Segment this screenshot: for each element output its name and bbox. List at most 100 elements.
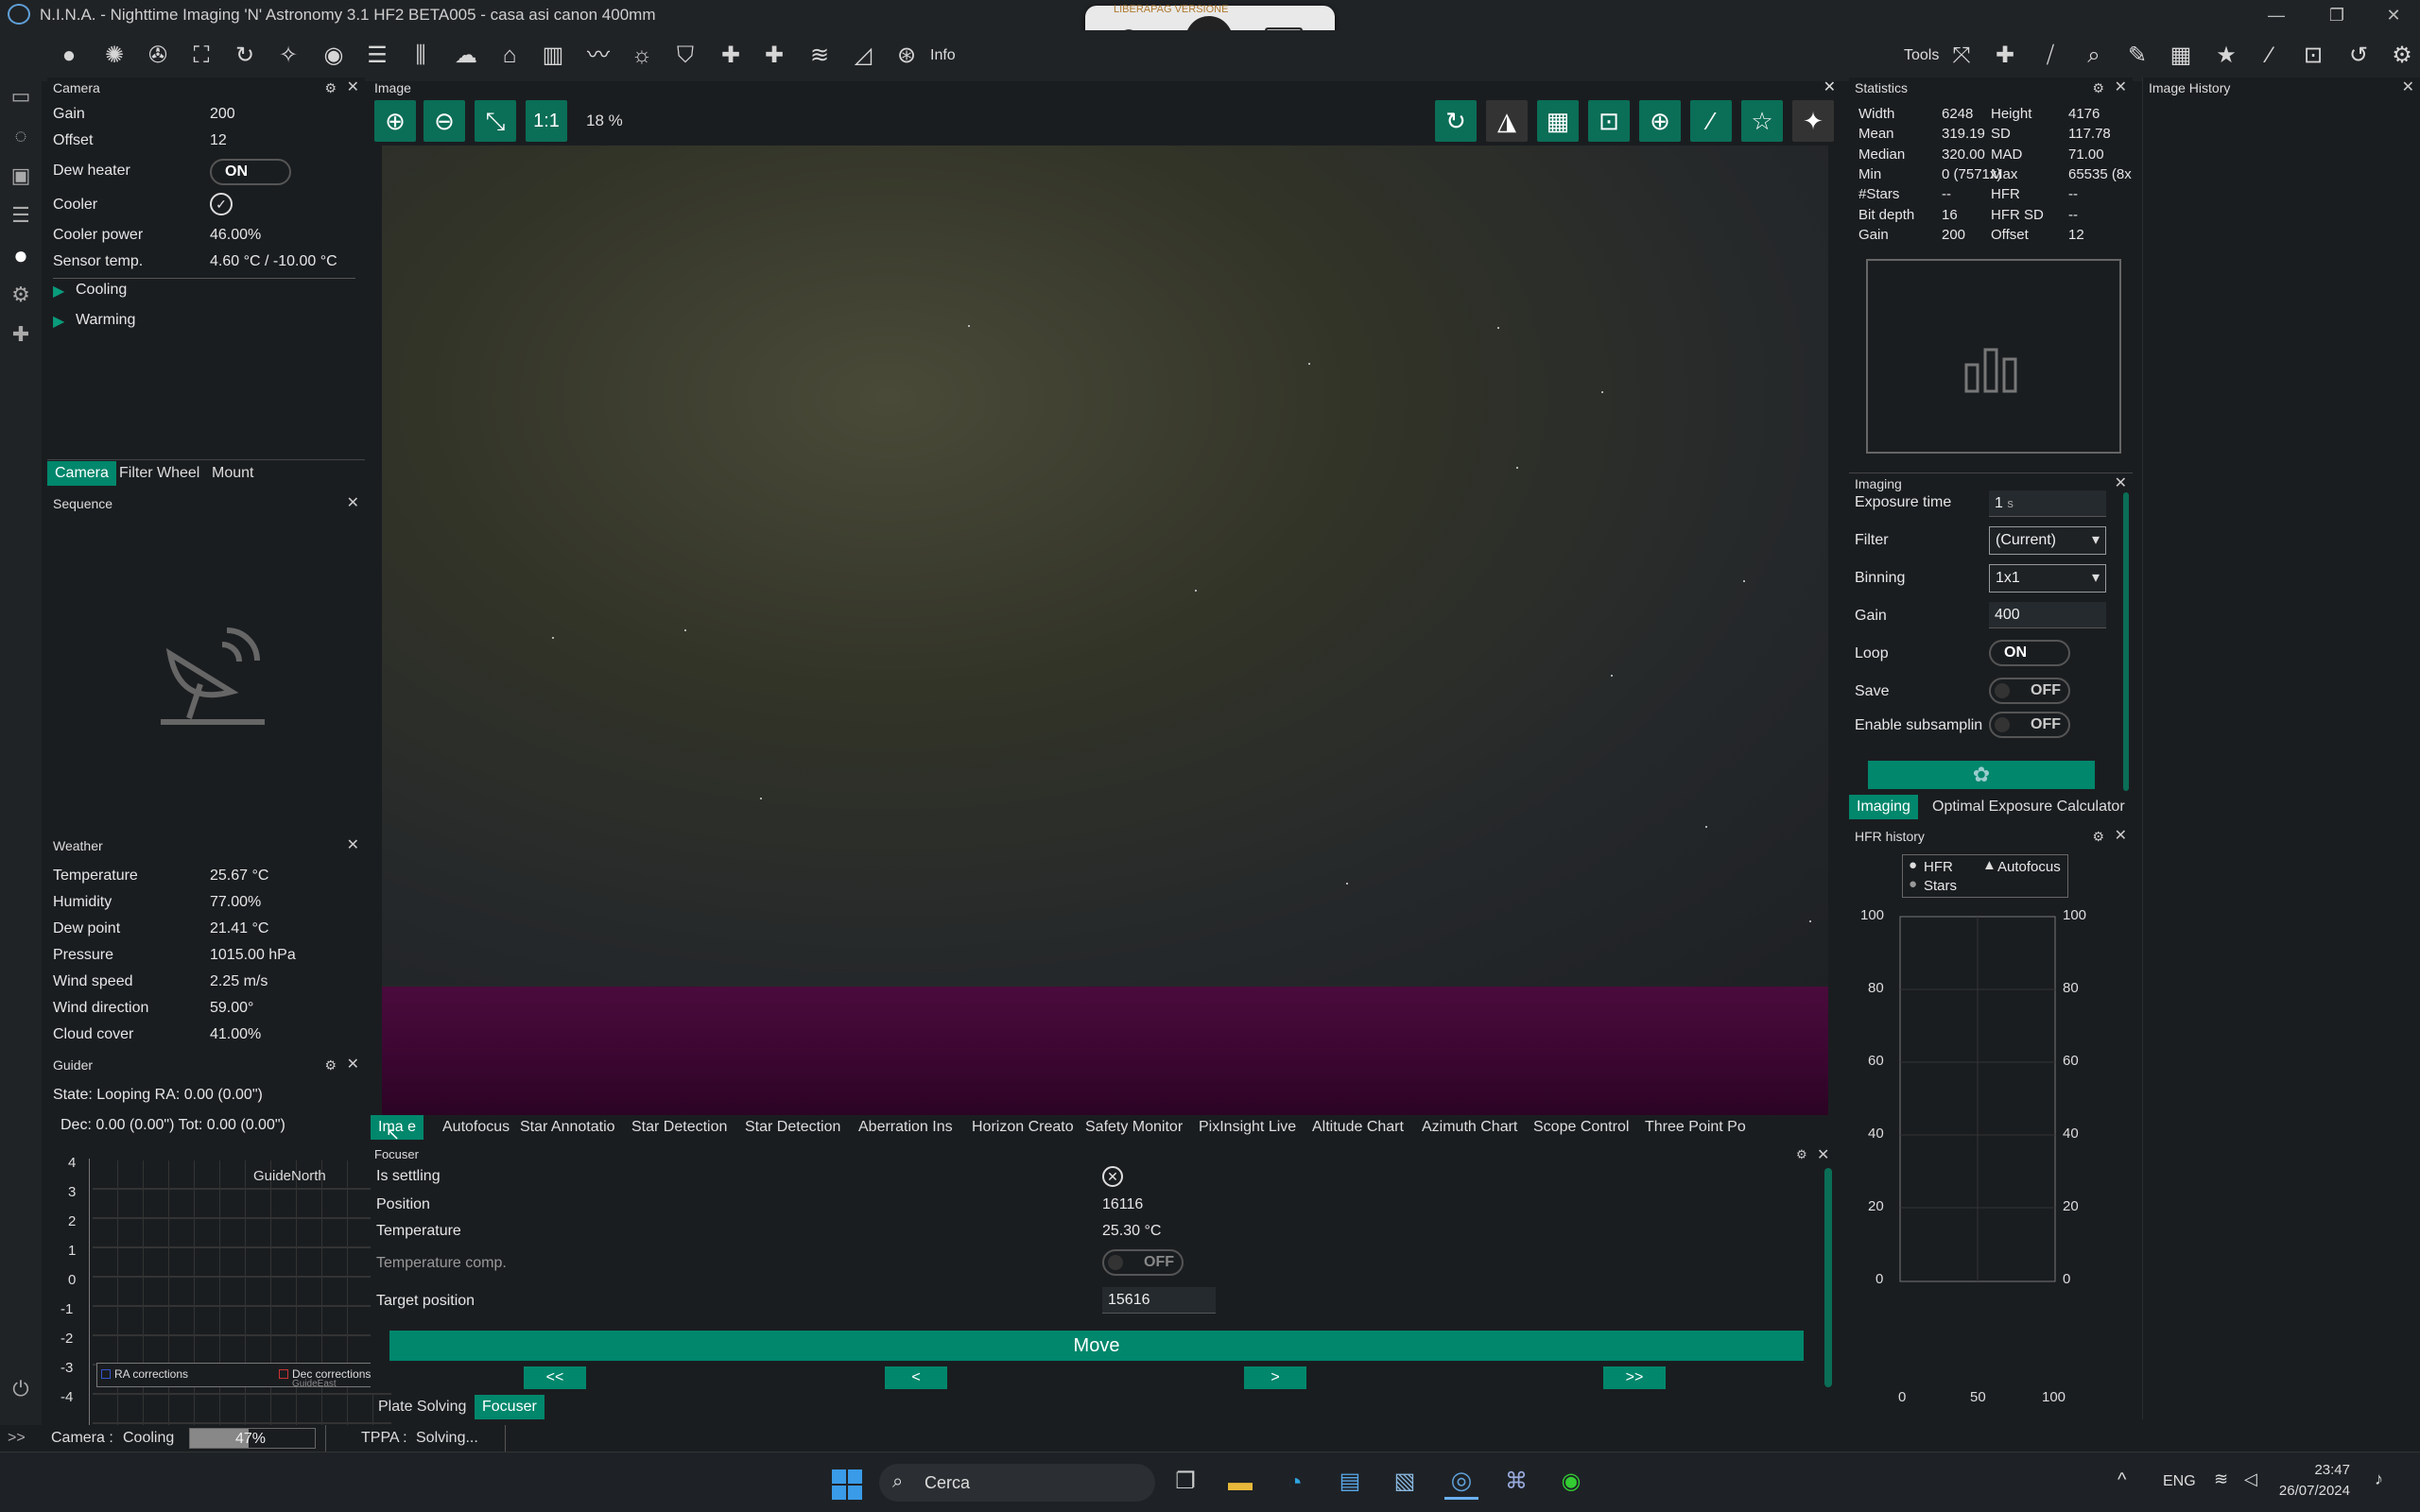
- tool-plus-icon[interactable]: ✚: [1989, 40, 2021, 72]
- settings-tool-icon[interactable]: ⚙: [2386, 40, 2418, 72]
- app-icon[interactable]: ⌘: [1499, 1468, 1533, 1498]
- tab-imaging-panel[interactable]: Imaging: [1849, 795, 1918, 819]
- minimize-button[interactable]: —: [2256, 2, 2297, 28]
- tab-pixinsight-live[interactable]: PixInsight Live: [1191, 1115, 1304, 1140]
- taskbar-search[interactable]: ⌕ Cerca: [879, 1464, 1155, 1502]
- close-icon[interactable]: ✕: [2115, 826, 2127, 847]
- edge-icon[interactable]: ◔: [1278, 1468, 1312, 1498]
- tab-scope-control[interactable]: Scope Control: [1526, 1115, 1636, 1140]
- cooler-check-icon[interactable]: ✓: [210, 193, 233, 215]
- taskbar-time[interactable]: 23:47: [2286, 1462, 2350, 1478]
- one-to-one-button[interactable]: 1:1: [526, 100, 567, 142]
- weather-tool-icon[interactable]: ☁: [450, 40, 482, 72]
- info-icon[interactable]: ⊛: [890, 40, 923, 72]
- aberration-icon[interactable]: ⊡: [1588, 100, 1630, 142]
- imaging-nav-icon[interactable]: ●: [6, 240, 36, 270]
- store-icon[interactable]: ▤: [1333, 1468, 1367, 1498]
- plugins-nav-icon[interactable]: ✚: [6, 319, 36, 350]
- tab-aberration[interactable]: Aberration Ins: [851, 1115, 960, 1140]
- photos-icon[interactable]: ▧: [1388, 1468, 1422, 1498]
- wifi-icon[interactable]: ≋: [2214, 1469, 2228, 1489]
- chart-icon[interactable]: ▥: [537, 40, 569, 72]
- sky-image[interactable]: [382, 146, 1828, 987]
- move-button[interactable]: Move: [389, 1331, 1804, 1361]
- tool-calculator-icon[interactable]: ▦: [2165, 40, 2197, 72]
- dew-heater-toggle[interactable]: ON: [210, 159, 291, 185]
- tab-azimuth-chart[interactable]: Azimuth Chart: [1414, 1115, 1525, 1140]
- close-icon[interactable]: ✕: [1817, 1145, 1829, 1164]
- plate-solve-icon[interactable]: ✦: [1792, 100, 1834, 142]
- bulb-icon[interactable]: ☼: [626, 40, 658, 72]
- rotate-icon[interactable]: ↻: [1435, 100, 1477, 142]
- loop-toggle[interactable]: ON: [1989, 640, 2070, 666]
- tray-chevron-icon[interactable]: ^: [2118, 1469, 2126, 1491]
- mixer-icon[interactable]: ⫼: [405, 40, 437, 72]
- plugin-2-icon[interactable]: ✚: [758, 40, 790, 72]
- tool-pen-icon[interactable]: ✎: [2121, 40, 2153, 72]
- tab-three-point[interactable]: Three Point Po: [1637, 1115, 1754, 1140]
- imaging-gain-input[interactable]: 400: [1989, 602, 2106, 628]
- subsampling-toggle[interactable]: OFF: [1989, 712, 2070, 738]
- tab-filter-wheel[interactable]: Filter Wheel: [112, 461, 207, 486]
- settings-icon[interactable]: ⚙: [324, 77, 337, 98]
- volume-icon[interactable]: ◁: [2244, 1469, 2257, 1489]
- settings-icon[interactable]: ⚙: [2092, 77, 2104, 98]
- close-icon[interactable]: ✕: [347, 77, 359, 98]
- settings-icon[interactable]: ⚙: [2092, 826, 2104, 847]
- filter-wheel-icon[interactable]: ✺: [98, 40, 130, 72]
- auto-stretch-icon[interactable]: ⁄: [1690, 100, 1732, 142]
- close-button[interactable]: ✕: [2373, 2, 2414, 28]
- target-position-input[interactable]: 15616: [1102, 1287, 1216, 1314]
- tab-optimal-exposure[interactable]: Optimal Exposure Calculator: [1925, 795, 2133, 819]
- options-nav-icon[interactable]: ⚙: [6, 280, 36, 310]
- flats-nav-icon[interactable]: ☰: [6, 200, 36, 231]
- file-explorer-icon[interactable]: ▬: [1223, 1468, 1257, 1498]
- tool-measure-icon[interactable]: ⤧: [1945, 40, 1978, 72]
- imaging-scrollbar[interactable]: [2123, 492, 2129, 791]
- task-view-icon[interactable]: ❐: [1168, 1468, 1202, 1498]
- windows-start-icon[interactable]: [832, 1469, 862, 1500]
- grid-icon[interactable]: ▦: [1537, 100, 1579, 142]
- close-icon[interactable]: ✕: [1824, 77, 1836, 98]
- close-icon[interactable]: ✕: [2115, 473, 2127, 494]
- cooling-expand-icon[interactable]: ▶: [53, 282, 64, 301]
- flip-icon[interactable]: ◮: [1486, 100, 1528, 142]
- close-icon[interactable]: ✕: [347, 1055, 359, 1075]
- fit-button[interactable]: ⤡: [475, 100, 516, 142]
- save-toggle[interactable]: OFF: [1989, 678, 2070, 704]
- tab-autofocus[interactable]: Autofocus: [435, 1115, 517, 1140]
- tab-camera[interactable]: Camera: [47, 461, 116, 486]
- step-large-forward-button[interactable]: >>: [1603, 1366, 1666, 1389]
- taskbar-date[interactable]: 26/07/2024: [2263, 1483, 2350, 1499]
- framing-icon[interactable]: ⛶: [185, 40, 217, 72]
- tool-ruler-icon[interactable]: ⧸: [2034, 40, 2066, 72]
- phd2-icon[interactable]: ◉: [1554, 1468, 1588, 1498]
- cooling-expander[interactable]: Cooling: [76, 282, 127, 299]
- language-indicator[interactable]: ENG: [2163, 1473, 2196, 1490]
- tool-target-icon[interactable]: ⊡: [2297, 40, 2329, 72]
- tab-star-detection-2[interactable]: Star Detection: [737, 1115, 848, 1140]
- close-icon[interactable]: ✕: [2115, 77, 2127, 98]
- focuser-scrollbar[interactable]: [1824, 1168, 1832, 1387]
- status-expand-icon[interactable]: >>: [8, 1430, 26, 1447]
- tool-wand-icon[interactable]: ⁄: [2254, 40, 2286, 72]
- layers-icon[interactable]: ≋: [804, 40, 836, 72]
- settings-icon[interactable]: ⚙: [324, 1055, 337, 1075]
- step-back-button[interactable]: <: [885, 1366, 947, 1389]
- capture-button[interactable]: ✿: [1868, 761, 2095, 789]
- plugin-icon[interactable]: ✚: [715, 40, 747, 72]
- tab-plate-solving[interactable]: Plate Solving: [371, 1395, 474, 1419]
- tab-horizon-creator[interactable]: Horizon Creato: [964, 1115, 1081, 1140]
- info-label[interactable]: Info: [930, 47, 956, 64]
- power-icon[interactable]: ⏻: [6, 1374, 36, 1404]
- equipment-nav-icon[interactable]: ▭: [6, 81, 36, 112]
- tab-focuser[interactable]: Focuser: [475, 1395, 544, 1419]
- rotator-icon[interactable]: ↻: [229, 40, 261, 72]
- notification-bell-icon[interactable]: ♪: [2375, 1469, 2383, 1489]
- warming-expand-icon[interactable]: ▶: [53, 312, 64, 331]
- framing-nav-icon[interactable]: ▣: [6, 161, 36, 191]
- binning-select[interactable]: 1x1: [1989, 564, 2106, 593]
- nina-taskbar-icon[interactable]: ◎: [1444, 1466, 1478, 1500]
- tab-star-detection[interactable]: Star Detection: [624, 1115, 735, 1140]
- filter-select[interactable]: (Current): [1989, 526, 2106, 555]
